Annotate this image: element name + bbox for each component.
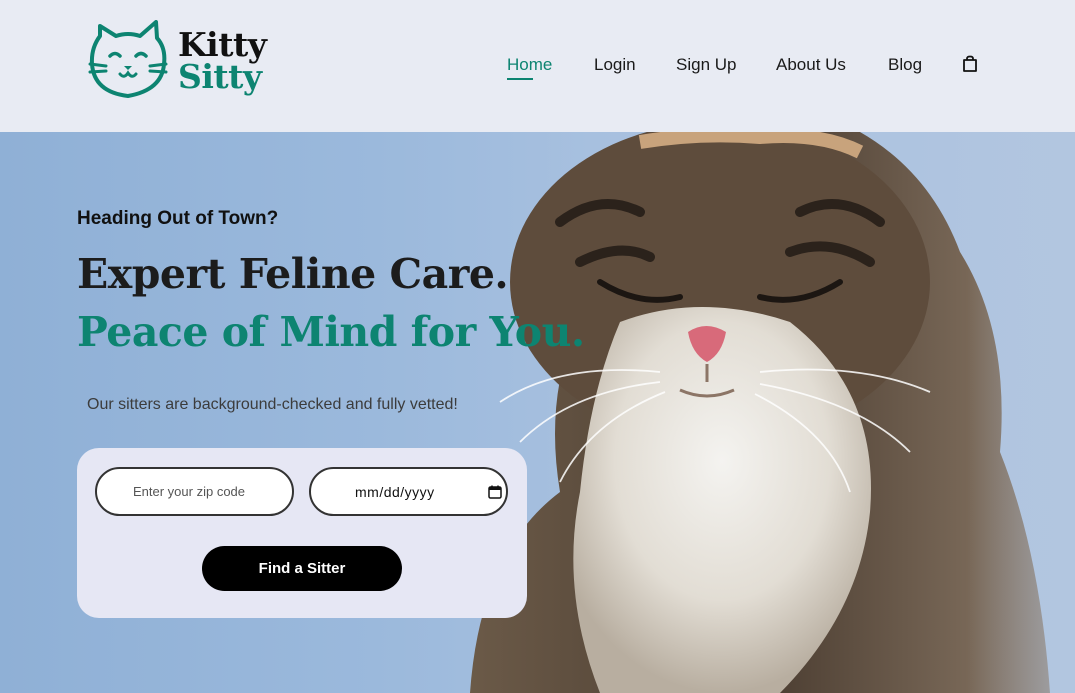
date-placeholder: mm/dd/yyyy	[355, 484, 435, 500]
nav-item-home[interactable]: Home	[507, 55, 552, 75]
cat-face-icon	[88, 20, 168, 98]
nav-item-login[interactable]: Login	[594, 55, 636, 75]
find-sitter-button[interactable]: Find a Sitter	[202, 546, 402, 591]
hero-headline-line2: Peace of Mind for You.	[77, 308, 585, 356]
active-nav-indicator	[507, 78, 533, 80]
hero-headline-line1: Expert Feline Care.	[77, 250, 509, 298]
hero-subtext: Our sitters are background-checked and f…	[87, 396, 458, 413]
nav-item-sign-up[interactable]: Sign Up	[676, 55, 736, 75]
sitter-search-form: mm/dd/yyyy Find a Sitter	[77, 448, 527, 618]
hero-section: Heading Out of Town? Expert Feline Care.…	[0, 132, 1075, 693]
brand-name-line2: Sitty	[178, 57, 262, 96]
shopping-bag-icon[interactable]	[961, 55, 979, 73]
nav-item-about-us[interactable]: About Us	[776, 55, 846, 75]
brand-logo[interactable]: Kitty Sitty	[88, 20, 273, 104]
hero-eyebrow: Heading Out of Town?	[77, 208, 279, 229]
zip-code-input[interactable]	[95, 467, 294, 516]
calendar-icon[interactable]	[488, 485, 502, 499]
site-header: Kitty Sitty Home Login Sign Up About Us …	[0, 0, 1075, 132]
nav-item-blog[interactable]: Blog	[888, 55, 922, 75]
date-input[interactable]: mm/dd/yyyy	[309, 467, 508, 516]
